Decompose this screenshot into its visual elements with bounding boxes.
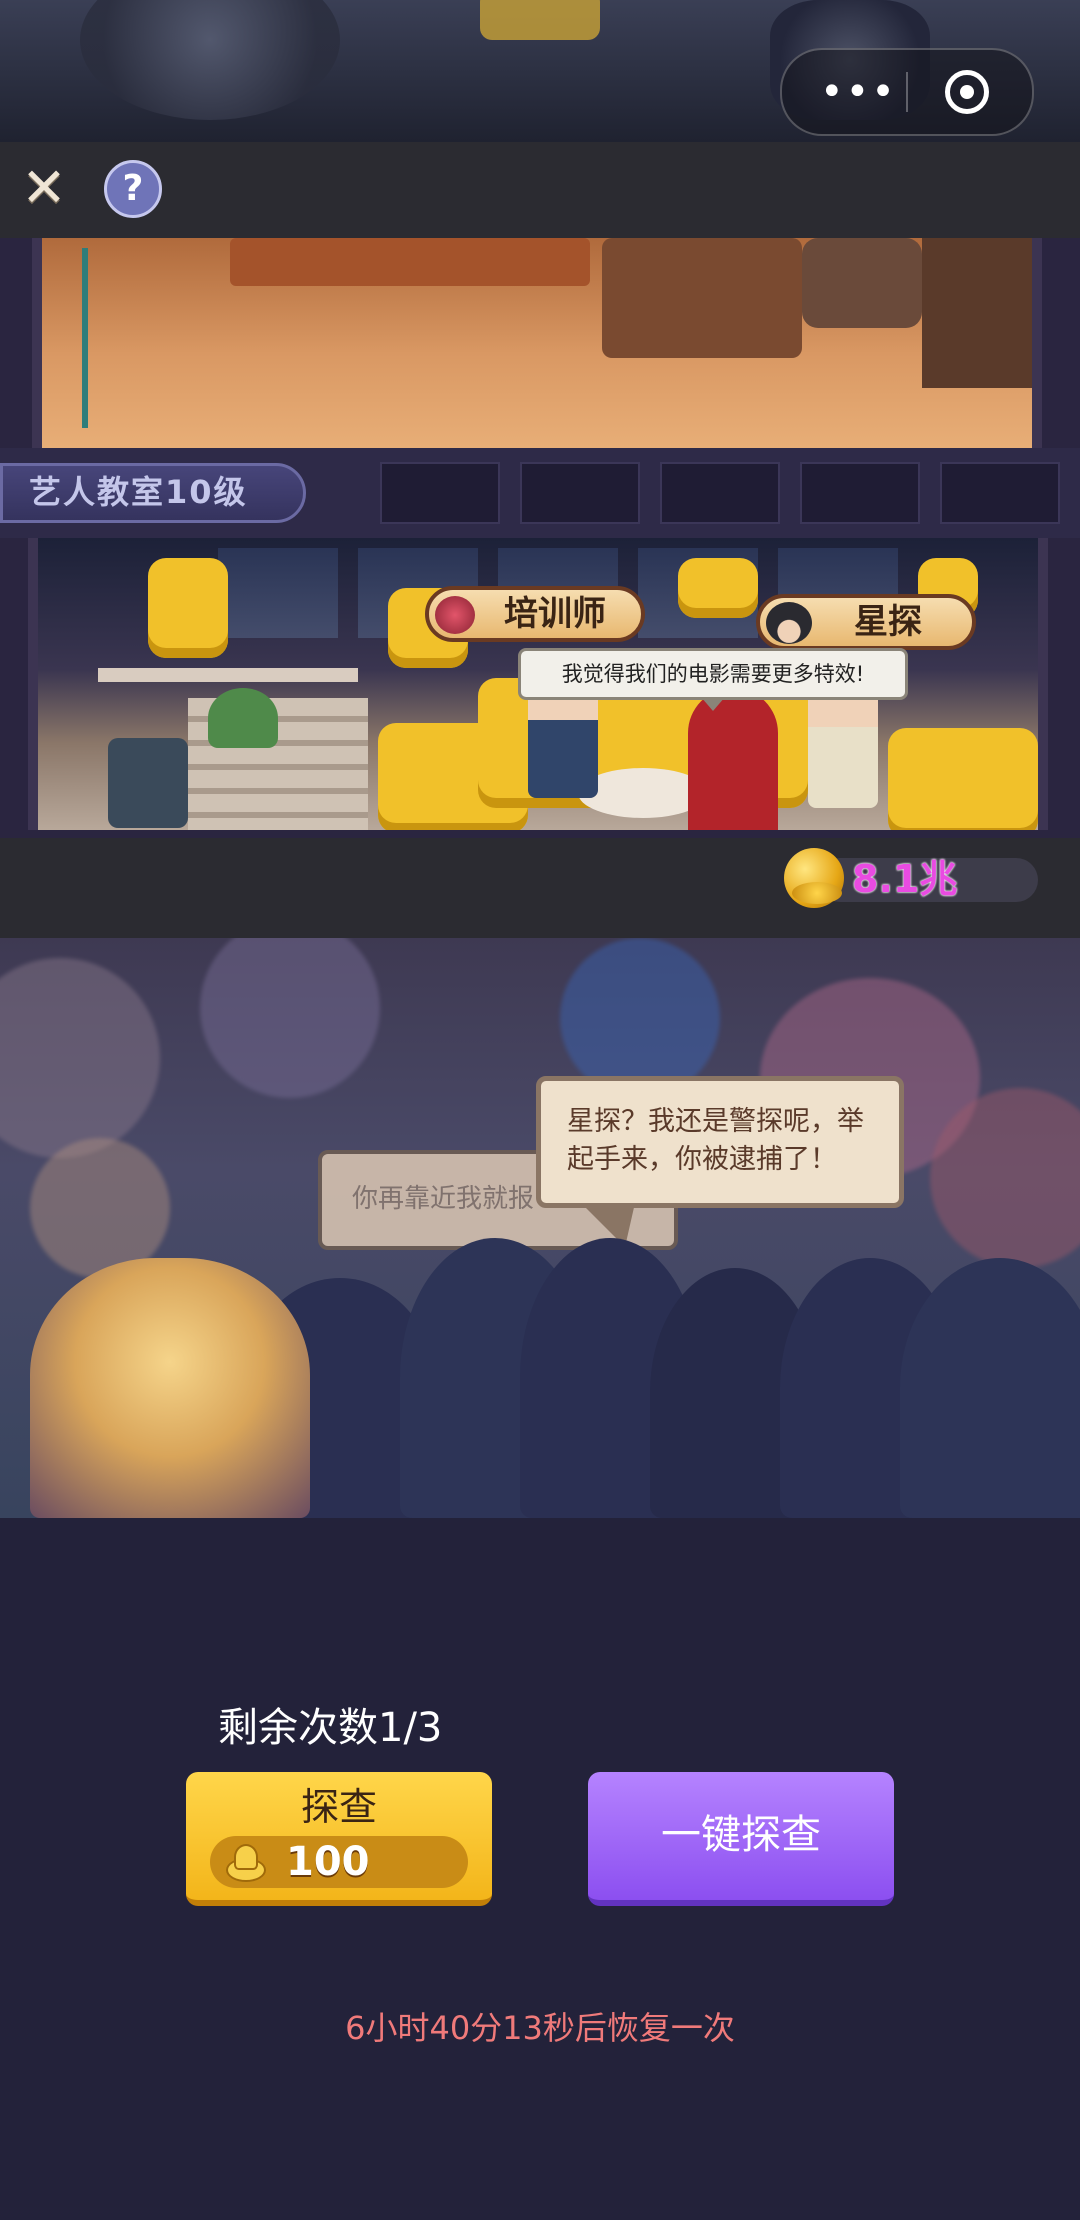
floor-panel: [800, 462, 920, 524]
probe-cost: 100: [286, 1839, 370, 1885]
floor-panel: [660, 462, 780, 524]
yellow-armchair: [148, 558, 228, 658]
decor-blob: [480, 0, 600, 40]
top-scene-strip: •••: [0, 0, 1080, 142]
currency-amount: 8.1兆: [852, 857, 958, 901]
target-icon[interactable]: [945, 70, 989, 114]
floor-panel: [940, 462, 1060, 524]
decor-shelf: [922, 238, 1032, 388]
detective-hat-icon: [766, 602, 812, 644]
decor-stand: [82, 248, 158, 428]
bokeh-light: [30, 1138, 170, 1278]
speech-bubble-front: 星探？我还是警探呢，举起手来，你被逮捕了！: [536, 1076, 904, 1247]
probe-button[interactable]: 探查 100: [186, 1772, 492, 1906]
recovery-timer: 6小时40分13秒后恢复一次: [345, 2009, 735, 2047]
role-label: 星探: [854, 602, 922, 642]
decor-desk: [602, 238, 802, 358]
capsule-divider: [906, 72, 908, 112]
decor-blob: [80, 0, 340, 120]
building-view: 艺人教室10级 培训师 星探 我觉得我们的电影需要更多特效!: [0, 238, 1080, 838]
toolbar: ✕ ?: [0, 142, 1080, 238]
decor-chair: [802, 238, 922, 328]
potted-plant: [208, 688, 278, 748]
currency-strip: 8.1兆: [0, 838, 1080, 938]
more-dots-icon[interactable]: •••: [820, 72, 897, 112]
yellow-armchair: [678, 558, 758, 618]
role-label: 培训师: [504, 594, 606, 634]
crowd-silhouette: [900, 1258, 1080, 1518]
probe-button-label: 探查: [300, 1785, 377, 1829]
miniprogram-capsule: •••: [780, 48, 1034, 136]
window: [218, 548, 338, 638]
decor-sofa: [230, 238, 590, 286]
ottoman: [108, 738, 188, 828]
bokeh-light: [200, 938, 380, 1098]
help-icon[interactable]: ?: [104, 160, 162, 218]
yellow-armchair: [888, 728, 1038, 830]
floor-panel: [380, 462, 500, 524]
role-badge-scout[interactable]: 星探: [756, 594, 976, 650]
scout-scene: 你再靠近我就报 星探？我还是警探呢，举起手来，你被逮捕了！: [0, 938, 1080, 1518]
room-level-label: 艺人教室10级: [0, 463, 306, 523]
role-badge-trainer[interactable]: 培训师: [425, 586, 645, 642]
coin-stack-icon: [784, 848, 844, 908]
one-click-probe-button[interactable]: 一键探查: [588, 1772, 894, 1906]
glowing-target-figure: [30, 1258, 310, 1518]
dumbbell-icon: [435, 596, 475, 634]
floor-panel: [520, 462, 640, 524]
remaining-attempts: 剩余次数1/3: [218, 1705, 443, 1751]
bokeh-light: [560, 938, 720, 1098]
character-dialog: 我觉得我们的电影需要更多特效!: [518, 648, 908, 711]
close-icon[interactable]: ✕: [18, 161, 70, 215]
bokeh-light: [0, 958, 160, 1158]
gold-ingot-icon: [226, 1844, 266, 1882]
railing: [98, 668, 358, 682]
upper-room[interactable]: [32, 238, 1042, 448]
